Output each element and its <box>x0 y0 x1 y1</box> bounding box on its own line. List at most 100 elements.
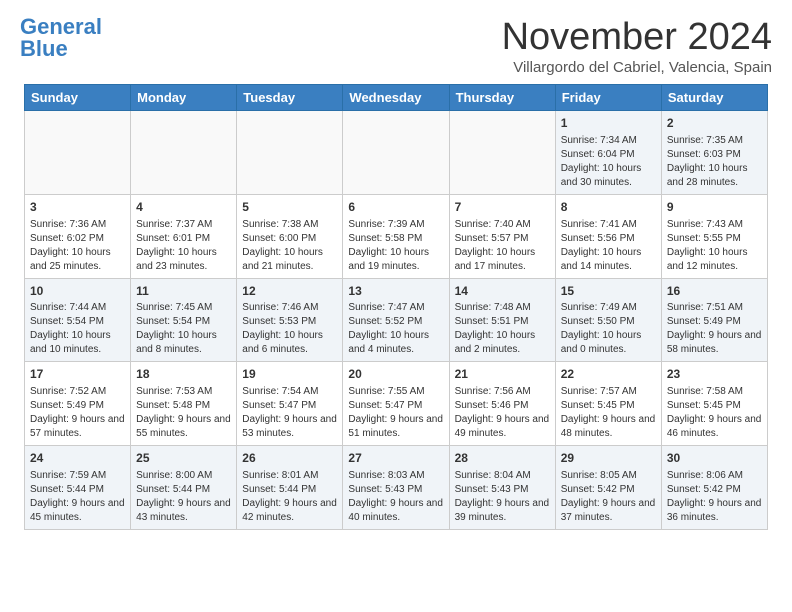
calendar-cell: 5 Sunrise: 7:38 AM Sunset: 6:00 PM Daylig… <box>237 194 343 278</box>
day-info: Sunrise: 8:01 AM Sunset: 5:44 PM Dayligh… <box>242 469 337 525</box>
day-info: Sunrise: 7:52 AM Sunset: 5:49 PM Dayligh… <box>30 385 125 441</box>
day-info: Sunrise: 7:38 AM Sunset: 6:00 PM Dayligh… <box>242 218 337 274</box>
day-info: Sunrise: 8:03 AM Sunset: 5:43 PM Dayligh… <box>348 469 443 525</box>
logo-text: General Blue <box>20 16 102 60</box>
day-number: 26 <box>242 450 337 467</box>
calendar-cell: 4 Sunrise: 7:37 AM Sunset: 6:01 PM Daylig… <box>131 194 237 278</box>
day-number: 29 <box>561 450 656 467</box>
day-number: 27 <box>348 450 443 467</box>
day-info: Sunrise: 7:59 AM Sunset: 5:44 PM Dayligh… <box>30 469 125 525</box>
day-number: 23 <box>667 366 762 383</box>
calendar-cell: 30 Sunrise: 8:06 AM Sunset: 5:42 PM Dayli… <box>661 446 767 530</box>
calendar-cell: 21 Sunrise: 7:56 AM Sunset: 5:46 PM Dayli… <box>449 362 555 446</box>
day-info: Sunrise: 7:56 AM Sunset: 5:46 PM Dayligh… <box>455 385 550 441</box>
calendar-cell: 22 Sunrise: 7:57 AM Sunset: 5:45 PM Dayli… <box>555 362 661 446</box>
day-info: Sunrise: 7:51 AM Sunset: 5:49 PM Dayligh… <box>667 301 762 357</box>
day-info: Sunrise: 7:46 AM Sunset: 5:53 PM Dayligh… <box>242 301 337 357</box>
day-info: Sunrise: 7:36 AM Sunset: 6:02 PM Dayligh… <box>30 218 125 274</box>
day-of-week-header: Wednesday <box>343 85 449 111</box>
day-info: Sunrise: 7:58 AM Sunset: 5:45 PM Dayligh… <box>667 385 762 441</box>
calendar-cell: 16Sunrise: 7:51 AM Sunset: 5:49 PM Dayli… <box>661 278 767 362</box>
calendar-cell: 15Sunrise: 7:49 AM Sunset: 5:50 PM Dayli… <box>555 278 661 362</box>
day-number: 17 <box>30 366 125 383</box>
day-of-week-header: Saturday <box>661 85 767 111</box>
calendar-cell: 18Sunrise: 7:53 AM Sunset: 5:48 PM Dayli… <box>131 362 237 446</box>
calendar-cell: 10Sunrise: 7:44 AM Sunset: 5:54 PM Dayli… <box>25 278 131 362</box>
logo: General Blue <box>20 16 102 60</box>
calendar-cell <box>131 111 237 195</box>
day-info: Sunrise: 7:57 AM Sunset: 5:45 PM Dayligh… <box>561 385 656 441</box>
day-number: 10 <box>30 283 125 300</box>
day-of-week-header: Monday <box>131 85 237 111</box>
day-info: Sunrise: 7:54 AM Sunset: 5:47 PM Dayligh… <box>242 385 337 441</box>
day-info: Sunrise: 7:34 AM Sunset: 6:04 PM Dayligh… <box>561 134 656 190</box>
day-info: Sunrise: 7:35 AM Sunset: 6:03 PM Dayligh… <box>667 134 762 190</box>
day-info: Sunrise: 7:48 AM Sunset: 5:51 PM Dayligh… <box>455 301 550 357</box>
calendar-cell: 2 Sunrise: 7:35 AM Sunset: 6:03 PM Daylig… <box>661 111 767 195</box>
day-number: 3 <box>30 199 125 216</box>
calendar-cell <box>25 111 131 195</box>
calendar-cell: 3 Sunrise: 7:36 AM Sunset: 6:02 PM Daylig… <box>25 194 131 278</box>
calendar-cell: 6 Sunrise: 7:39 AM Sunset: 5:58 PM Daylig… <box>343 194 449 278</box>
day-number: 30 <box>667 450 762 467</box>
calendar-week-row: 17 Sunrise: 7:52 AM Sunset: 5:49 PM Dayli… <box>25 362 768 446</box>
day-of-week-header: Friday <box>555 85 661 111</box>
calendar-cell: 1Sunrise: 7:34 AM Sunset: 6:04 PM Daylig… <box>555 111 661 195</box>
day-info: Sunrise: 7:44 AM Sunset: 5:54 PM Dayligh… <box>30 301 125 357</box>
day-number: 4 <box>136 199 231 216</box>
day-number: 9 <box>667 199 762 216</box>
day-info: Sunrise: 7:40 AM Sunset: 5:57 PM Dayligh… <box>455 218 550 274</box>
calendar-cell: 28Sunrise: 8:04 AM Sunset: 5:43 PM Dayli… <box>449 446 555 530</box>
calendar-week-row: 24 Sunrise: 7:59 AM Sunset: 5:44 PM Dayli… <box>25 446 768 530</box>
month-title: November 2024 <box>502 16 772 59</box>
day-number: 5 <box>242 199 337 216</box>
calendar-cell: 14Sunrise: 7:48 AM Sunset: 5:51 PM Dayli… <box>449 278 555 362</box>
day-number: 13 <box>348 283 443 300</box>
calendar-cell <box>237 111 343 195</box>
calendar-cell: 19Sunrise: 7:54 AM Sunset: 5:47 PM Dayli… <box>237 362 343 446</box>
calendar-cell: 20 Sunrise: 7:55 AM Sunset: 5:47 PM Dayli… <box>343 362 449 446</box>
calendar-week-row: 1Sunrise: 7:34 AM Sunset: 6:04 PM Daylig… <box>25 111 768 195</box>
day-number: 22 <box>561 366 656 383</box>
calendar-header-row: SundayMondayTuesdayWednesdayThursdayFrid… <box>25 85 768 111</box>
logo-blue: Blue <box>20 36 68 61</box>
calendar-cell: 7Sunrise: 7:40 AM Sunset: 5:57 PM Daylig… <box>449 194 555 278</box>
calendar-cell: 29 Sunrise: 8:05 AM Sunset: 5:42 PM Dayli… <box>555 446 661 530</box>
calendar-cell: 17 Sunrise: 7:52 AM Sunset: 5:49 PM Dayli… <box>25 362 131 446</box>
calendar-cell: 24 Sunrise: 7:59 AM Sunset: 5:44 PM Dayli… <box>25 446 131 530</box>
calendar-cell: 23 Sunrise: 7:58 AM Sunset: 5:45 PM Dayli… <box>661 362 767 446</box>
day-number: 11 <box>136 283 231 300</box>
day-info: Sunrise: 7:45 AM Sunset: 5:54 PM Dayligh… <box>136 301 231 357</box>
day-number: 21 <box>455 366 550 383</box>
day-number: 8 <box>561 199 656 216</box>
location: Villargordo del Cabriel, Valencia, Spain <box>502 59 772 76</box>
calendar-cell: 26 Sunrise: 8:01 AM Sunset: 5:44 PM Dayli… <box>237 446 343 530</box>
calendar-cell: 9 Sunrise: 7:43 AM Sunset: 5:55 PM Daylig… <box>661 194 767 278</box>
day-info: Sunrise: 7:49 AM Sunset: 5:50 PM Dayligh… <box>561 301 656 357</box>
day-info: Sunrise: 8:06 AM Sunset: 5:42 PM Dayligh… <box>667 469 762 525</box>
day-info: Sunrise: 7:39 AM Sunset: 5:58 PM Dayligh… <box>348 218 443 274</box>
day-info: Sunrise: 8:04 AM Sunset: 5:43 PM Dayligh… <box>455 469 550 525</box>
calendar-cell <box>449 111 555 195</box>
calendar-cell <box>343 111 449 195</box>
day-number: 24 <box>30 450 125 467</box>
day-info: Sunrise: 7:37 AM Sunset: 6:01 PM Dayligh… <box>136 218 231 274</box>
calendar-table: SundayMondayTuesdayWednesdayThursdayFrid… <box>24 84 768 530</box>
day-number: 14 <box>455 283 550 300</box>
page-header: General Blue November 2024 Villargordo d… <box>0 0 792 84</box>
day-info: Sunrise: 7:55 AM Sunset: 5:47 PM Dayligh… <box>348 385 443 441</box>
day-info: Sunrise: 8:05 AM Sunset: 5:42 PM Dayligh… <box>561 469 656 525</box>
calendar-wrapper: SundayMondayTuesdayWednesdayThursdayFrid… <box>0 84 792 542</box>
day-number: 20 <box>348 366 443 383</box>
day-info: Sunrise: 7:43 AM Sunset: 5:55 PM Dayligh… <box>667 218 762 274</box>
day-number: 2 <box>667 115 762 132</box>
calendar-cell: 8Sunrise: 7:41 AM Sunset: 5:56 PM Daylig… <box>555 194 661 278</box>
day-of-week-header: Tuesday <box>237 85 343 111</box>
day-info: Sunrise: 7:53 AM Sunset: 5:48 PM Dayligh… <box>136 385 231 441</box>
calendar-week-row: 10Sunrise: 7:44 AM Sunset: 5:54 PM Dayli… <box>25 278 768 362</box>
header-right: November 2024 Villargordo del Cabriel, V… <box>502 16 772 76</box>
day-number: 6 <box>348 199 443 216</box>
day-number: 25 <box>136 450 231 467</box>
calendar-cell: 25Sunrise: 8:00 AM Sunset: 5:44 PM Dayli… <box>131 446 237 530</box>
calendar-cell: 13Sunrise: 7:47 AM Sunset: 5:52 PM Dayli… <box>343 278 449 362</box>
